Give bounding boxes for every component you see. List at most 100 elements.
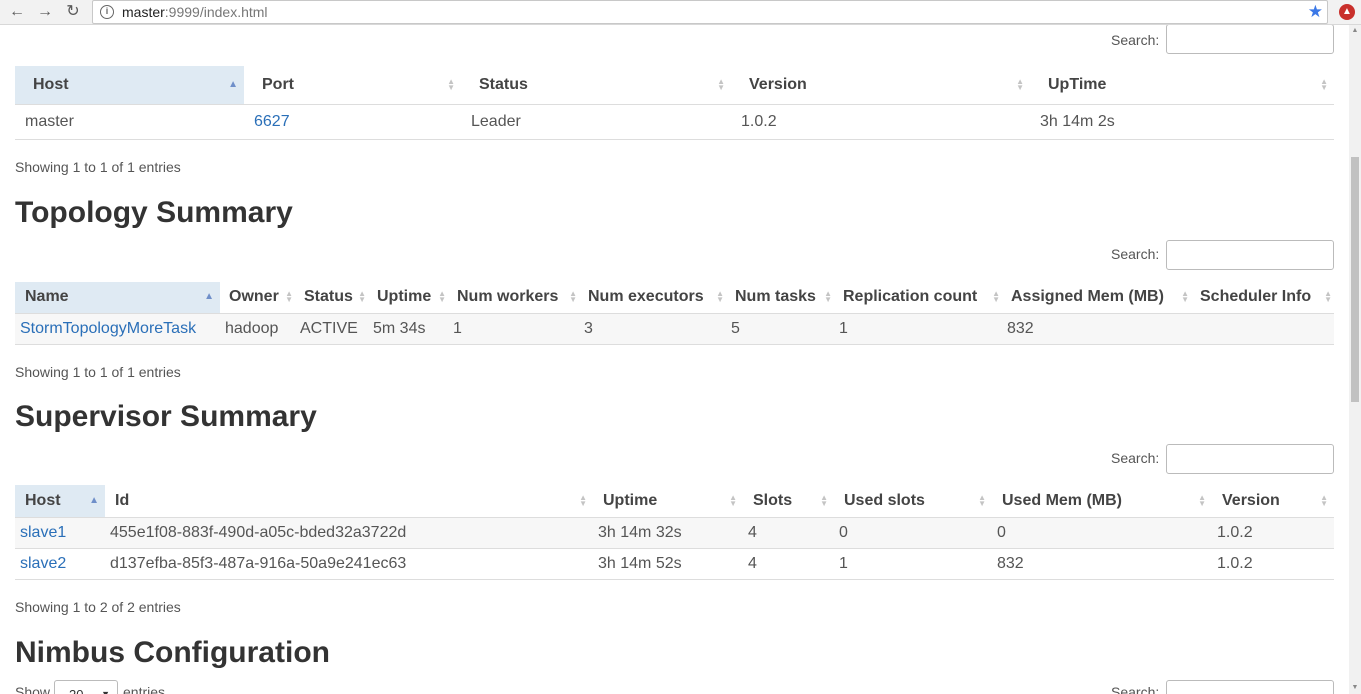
column-header-uptime[interactable]: UpTime ▲ ▼: [1030, 66, 1334, 105]
column-header-id[interactable]: Id ▲ ▼: [105, 485, 593, 518]
nimbus-search-input[interactable]: [1166, 25, 1334, 54]
sort-icon: ▲ ▼: [729, 492, 737, 508]
cell-scheduler-info: [1191, 313, 1334, 345]
browser-toolbar: ← → ↻ i master:9999/index.html ★ ▲: [0, 0, 1361, 25]
cell-host: master: [15, 104, 244, 140]
port-link[interactable]: 6627: [254, 113, 290, 130]
sort-icon: ▲ ▼: [717, 76, 725, 92]
column-header-uptime[interactable]: Uptime ▲ ▼: [593, 485, 743, 518]
topology-table-info: Showing 1 to 1 of 1 entries: [15, 364, 181, 380]
table-header-row: Host ▲ Id ▲ ▼ Uptime ▲ ▼ Slots ▲ ▼ Used slots ▲ ▼…: [15, 485, 1334, 518]
topology-summary-table: Name ▲ Owner ▲ ▼ Status ▲ ▼ Uptime ▲ ▼ Num work…: [15, 282, 1334, 345]
info-icon[interactable]: i: [100, 5, 114, 19]
supervisor-host-link[interactable]: slave2: [20, 555, 66, 572]
scroll-down-arrow-icon[interactable]: ▼: [1349, 682, 1361, 694]
table-row: slave1 455e1f08-883f-490d-a05c-bded32a37…: [15, 517, 1334, 549]
cell-owner: hadoop: [220, 313, 295, 345]
sort-asc-icon: ▲: [228, 78, 238, 90]
column-header-owner[interactable]: Owner ▲ ▼: [220, 282, 295, 314]
column-header-num-executors[interactable]: Num executors ▲ ▼: [579, 282, 726, 314]
forward-arrow-icon[interactable]: →: [35, 2, 55, 22]
sort-icon: ▲ ▼: [716, 289, 724, 305]
column-header-status[interactable]: Status ▲ ▼: [461, 66, 731, 105]
column-header-replication-count[interactable]: Replication count ▲ ▼: [834, 282, 1002, 314]
column-header-uptime[interactable]: Uptime ▲ ▼: [368, 282, 448, 314]
cell-replication-count: 1: [834, 313, 1002, 345]
cell-host: slave2: [15, 548, 105, 580]
column-header-name[interactable]: Name ▲: [15, 282, 220, 314]
column-header-version[interactable]: Version ▲ ▼: [1212, 485, 1334, 518]
sort-icon: ▲ ▼: [447, 76, 455, 92]
sort-icon: ▲ ▼: [824, 289, 832, 305]
column-header-version[interactable]: Version ▲ ▼: [731, 66, 1030, 105]
cell-used-mem: 832: [992, 548, 1212, 580]
cell-slots: 4: [743, 548, 834, 580]
cell-uptime: 3h 14m 32s: [593, 517, 743, 549]
cell-version: 1.0.2: [1212, 548, 1334, 580]
cell-id: d137efba-85f3-487a-916a-50a9e241ec63: [105, 548, 593, 580]
chevron-down-icon: ▼: [101, 689, 110, 694]
supervisor-search-label: Search:: [1111, 450, 1160, 466]
column-header-num-workers[interactable]: Num workers ▲ ▼: [448, 282, 579, 314]
column-header-used-mem[interactable]: Used Mem (MB) ▲ ▼: [992, 485, 1212, 518]
page-scrollbar[interactable]: ▲ ▼: [1349, 25, 1361, 694]
topology-summary-heading: Topology Summary: [15, 196, 293, 229]
table-header-row: Name ▲ Owner ▲ ▼ Status ▲ ▼ Uptime ▲ ▼ Num work…: [15, 282, 1334, 314]
page-content: Search: Host ▲ Port ▲ ▼ Status ▲ ▼ Version ▲ ▼ …: [0, 25, 1349, 694]
url-text[interactable]: master:9999/index.html: [122, 4, 268, 20]
topology-name-link[interactable]: StormTopologyMoreTask: [20, 320, 196, 337]
cell-num-workers: 1: [448, 313, 579, 345]
column-header-host[interactable]: Host ▲: [15, 485, 105, 518]
sort-icon: ▲ ▼: [1198, 492, 1206, 508]
cell-num-executors: 3: [579, 313, 726, 345]
column-header-status[interactable]: Status ▲ ▼: [295, 282, 368, 314]
back-arrow-icon[interactable]: ←: [7, 2, 27, 22]
scroll-up-arrow-icon[interactable]: ▲: [1349, 25, 1361, 37]
column-header-slots[interactable]: Slots ▲ ▼: [743, 485, 834, 518]
column-header-port[interactable]: Port ▲ ▼: [244, 66, 461, 105]
table-row: slave2 d137efba-85f3-487a-916a-50a9e241e…: [15, 548, 1334, 580]
supervisor-summary-heading: Supervisor Summary: [15, 400, 317, 433]
cell-used-slots: 1: [834, 548, 992, 580]
sort-icon: ▲ ▼: [820, 492, 828, 508]
table-row: master 6627 Leader 1.0.2 3h 14m 2s: [15, 104, 1334, 140]
cell-slots: 4: [743, 517, 834, 549]
address-bar[interactable]: i master:9999/index.html ★: [92, 0, 1328, 24]
table-row: StormTopologyMoreTask hadoop ACTIVE 5m 3…: [15, 313, 1334, 345]
cell-version: 1.0.2: [731, 104, 1030, 140]
cell-port: 6627: [244, 104, 461, 140]
sort-icon: ▲ ▼: [1016, 76, 1024, 92]
cell-uptime: 3h 14m 52s: [593, 548, 743, 580]
cell-status: Leader: [461, 104, 731, 140]
sort-icon: ▲ ▼: [1320, 76, 1328, 92]
cell-used-slots: 0: [834, 517, 992, 549]
cell-uptime: 3h 14m 2s: [1030, 104, 1334, 140]
column-header-scheduler-info[interactable]: Scheduler Info ▲ ▼: [1191, 282, 1334, 314]
column-header-num-tasks[interactable]: Num tasks ▲ ▼: [726, 282, 834, 314]
extension-icon[interactable]: ▲: [1339, 4, 1355, 20]
nimbus-table-info: Showing 1 to 1 of 1 entries: [15, 159, 181, 175]
config-search-label: Search:: [1111, 684, 1160, 694]
sort-icon: ▲ ▼: [1324, 289, 1332, 305]
sort-asc-icon: ▲: [204, 291, 214, 303]
supervisor-host-link[interactable]: slave1: [20, 524, 66, 541]
scrollbar-thumb[interactable]: [1351, 157, 1359, 402]
topology-search-label: Search:: [1111, 246, 1160, 262]
config-search-input[interactable]: [1166, 680, 1334, 694]
cell-id: 455e1f08-883f-490d-a05c-bded32a3722d: [105, 517, 593, 549]
supervisor-search-input[interactable]: [1166, 444, 1334, 474]
column-header-used-slots[interactable]: Used slots ▲ ▼: [834, 485, 992, 518]
reload-icon[interactable]: ↻: [63, 2, 83, 22]
sort-icon: ▲ ▼: [1320, 492, 1328, 508]
column-header-assigned-mem[interactable]: Assigned Mem (MB) ▲ ▼: [1002, 282, 1191, 314]
column-header-host[interactable]: Host ▲: [15, 66, 244, 105]
table-header-row: Host ▲ Port ▲ ▼ Status ▲ ▼ Version ▲ ▼ UpTime ▲ ▼: [15, 66, 1334, 105]
star-icon[interactable]: ★: [1308, 2, 1323, 22]
sort-icon: ▲ ▼: [358, 289, 366, 305]
sort-icon: ▲ ▼: [978, 492, 986, 508]
topology-search-input[interactable]: [1166, 240, 1334, 270]
sort-icon: ▲ ▼: [285, 289, 293, 305]
sort-icon: ▲ ▼: [569, 289, 577, 305]
nimbus-summary-table: Host ▲ Port ▲ ▼ Status ▲ ▼ Version ▲ ▼ UpTime ▲ ▼…: [15, 66, 1334, 140]
entries-per-page-select[interactable]: 20▼: [54, 680, 118, 694]
